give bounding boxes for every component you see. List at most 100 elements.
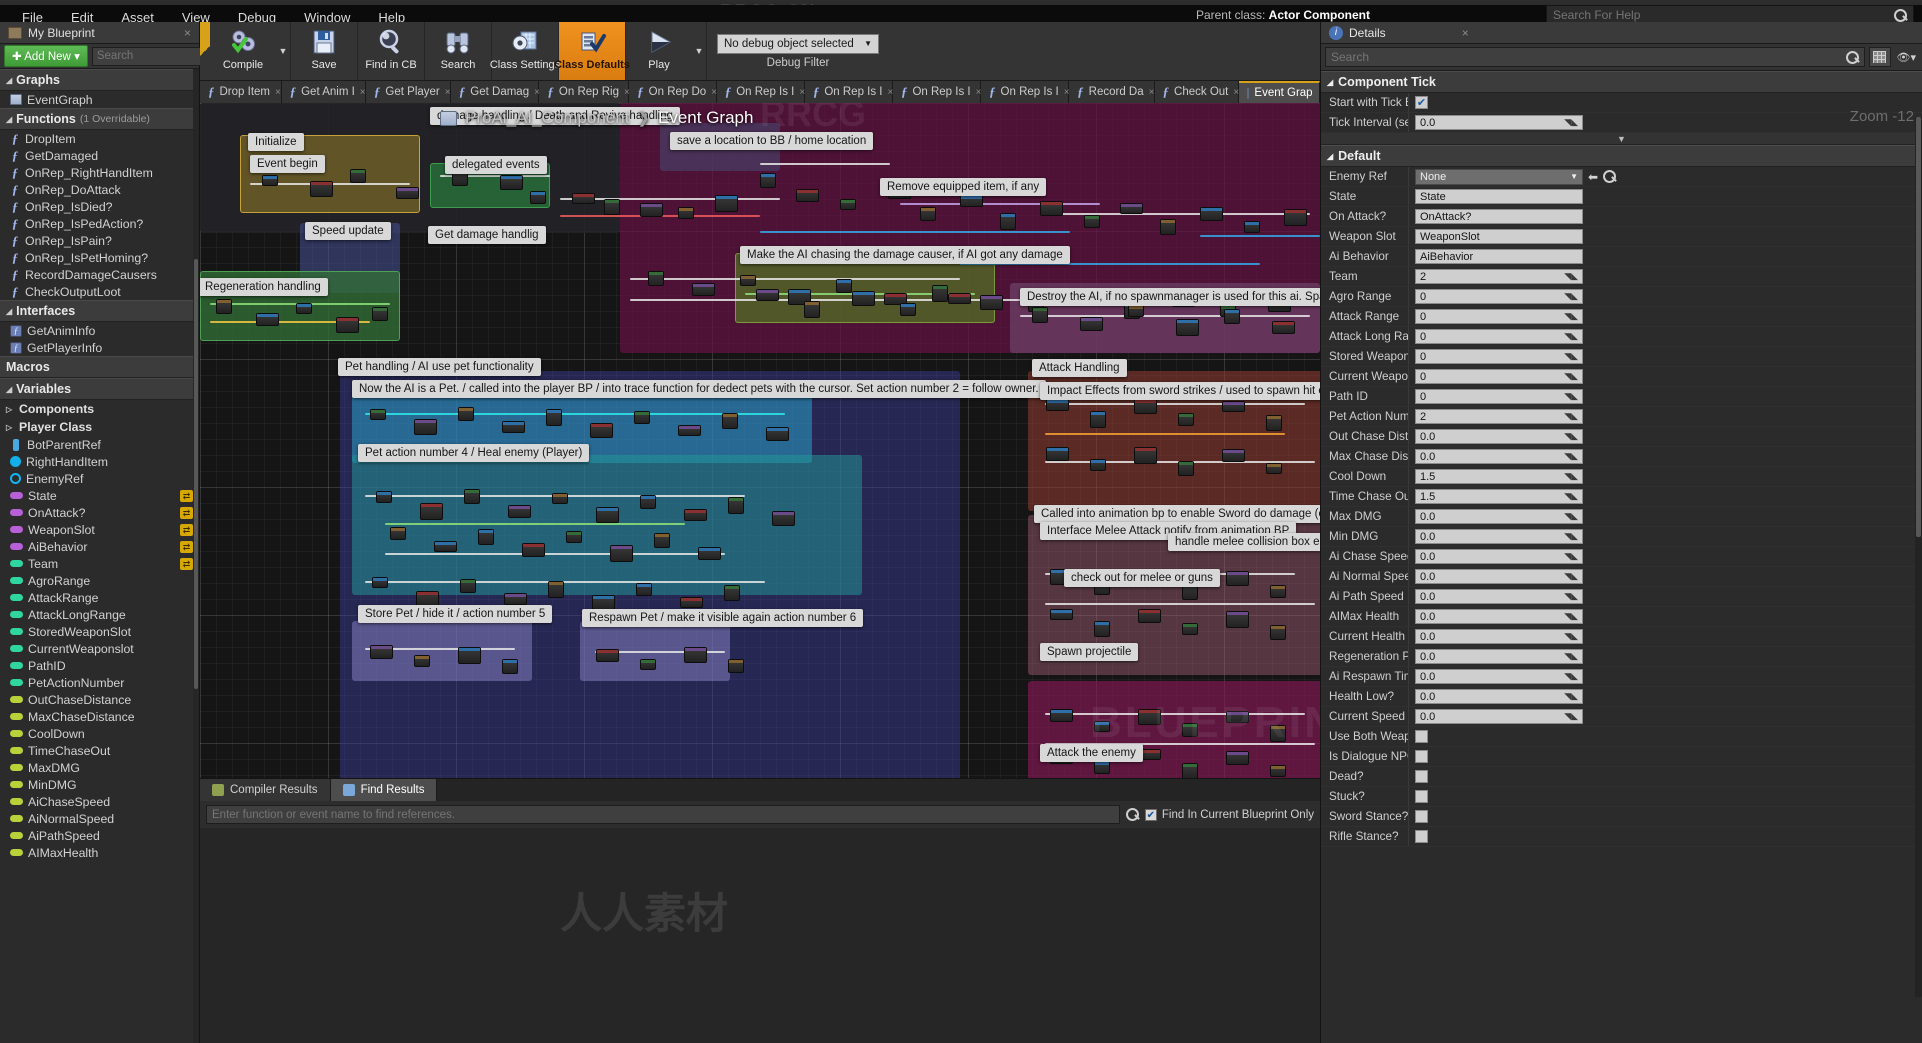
graph-node[interactable]: [836, 279, 852, 293]
tree-item[interactable]: EnemyRef: [0, 470, 199, 487]
graph-node[interactable]: [1050, 609, 1073, 620]
graph-tab-8[interactable]: ƒ On Rep Is I ×: [892, 81, 981, 103]
graph-node[interactable]: [1160, 219, 1176, 235]
help-search-input[interactable]: [1553, 8, 1894, 22]
graph-node[interactable]: [504, 593, 527, 605]
property-field[interactable]: 0.0 ◥◣: [1415, 115, 1583, 130]
graph-node[interactable]: [500, 175, 523, 190]
property-field[interactable]: 0.0 ◥◣: [1415, 549, 1583, 564]
spinner-icon[interactable]: ◥◣: [1564, 271, 1578, 282]
tree-item[interactable]: ƒ OnRep_IsPain?: [0, 232, 199, 249]
tree-item[interactable]: AiNormalSpeed: [0, 810, 199, 827]
comment-label[interactable]: Pet handling / AI use pet functionality: [338, 358, 541, 376]
graph-tab-2[interactable]: ƒ Get Player ×: [365, 81, 451, 103]
use-selected-asset-icon[interactable]: ⬅: [1588, 170, 1598, 184]
graph-node[interactable]: [1224, 309, 1240, 324]
comment-label[interactable]: Event begin: [250, 155, 325, 173]
property-field[interactable]: 0.0 ◥◣: [1415, 509, 1583, 524]
property-checkbox[interactable]: [1415, 730, 1428, 743]
graph-node[interactable]: [1226, 711, 1249, 723]
graph-tab-11[interactable]: ƒ Check Out ×: [1154, 81, 1240, 103]
graph-node[interactable]: [566, 531, 582, 543]
property-field[interactable]: 0.0 ◥◣: [1415, 529, 1583, 544]
graph-node[interactable]: [728, 659, 744, 673]
graph-node[interactable]: [1266, 415, 1282, 431]
chevron-down-icon[interactable]: ◢: [6, 385, 12, 394]
property-field[interactable]: OnAttack?: [1415, 209, 1583, 224]
tree-category-graphs[interactable]: ◢ Graphs: [0, 69, 199, 91]
graph-node[interactable]: [414, 655, 430, 667]
chevron-down-icon[interactable]: ▼: [692, 22, 706, 80]
graph-node[interactable]: [1284, 209, 1307, 226]
graph-node[interactable]: [852, 291, 875, 306]
blueprint-tree[interactable]: ◢ Graphs EventGraph ◢ Functions (1 Overridabl…: [0, 69, 199, 1043]
spinner-icon[interactable]: ◥◣: [1564, 291, 1578, 302]
find-results-list[interactable]: [200, 828, 1320, 1043]
event-graph-canvas[interactable]: damage handling / Death and Revive handl…: [200, 103, 1320, 778]
comment-label[interactable]: Destroy the AI, if no spawnmanager is us…: [1020, 288, 1320, 306]
tree-item[interactable]: ƒ CheckOutputLoot: [0, 283, 199, 300]
spinner-icon[interactable]: ◥◣: [1564, 411, 1578, 422]
graph-node[interactable]: [458, 407, 474, 421]
tree-item[interactable]: ƒ GetPlayerInfo: [0, 339, 199, 356]
graph-node[interactable]: [390, 527, 406, 540]
graph-node[interactable]: [350, 169, 366, 183]
comment-label[interactable]: Pet action number 4 / Heal enemy (Player…: [358, 444, 590, 462]
graph-node[interactable]: [1094, 721, 1110, 732]
graph-tab-0[interactable]: ƒ Drop Item ×: [200, 81, 282, 103]
chevron-down-icon[interactable]: ◢: [6, 307, 12, 316]
tree-item[interactable]: AiPathSpeed: [0, 827, 199, 844]
spinner-icon[interactable]: ◥◣: [1564, 371, 1578, 382]
graph-tab-6[interactable]: ƒ On Rep Is I ×: [716, 81, 805, 103]
graph-node[interactable]: [464, 489, 480, 504]
tree-item[interactable]: MaxDMG: [0, 759, 199, 776]
graph-node[interactable]: [592, 595, 615, 610]
graph-node[interactable]: [478, 529, 494, 545]
close-icon[interactable]: ×: [360, 87, 366, 98]
find-in-blueprint-only-row[interactable]: ✔ Find In Current Blueprint Only: [1144, 808, 1314, 821]
tree-item[interactable]: OutChaseDistance: [0, 691, 199, 708]
graph-node[interactable]: [756, 289, 779, 301]
graph-node[interactable]: [1270, 765, 1286, 777]
graph-node[interactable]: [724, 585, 740, 601]
spinner-icon[interactable]: ◥◣: [1564, 611, 1578, 622]
graph-node[interactable]: [370, 409, 386, 420]
property-checkbox[interactable]: [1415, 750, 1428, 763]
property-field[interactable]: 0 ◥◣: [1415, 289, 1583, 304]
graph-node[interactable]: [1182, 623, 1198, 635]
variable-group-player-class[interactable]: ▷ Player Class: [0, 418, 199, 436]
comment-label[interactable]: Attack the enemy: [1040, 744, 1143, 762]
graph-node[interactable]: [1134, 447, 1157, 464]
comment-label[interactable]: Spawn projectile: [1040, 643, 1139, 661]
graph-node[interactable]: [1090, 411, 1106, 428]
chevron-right-icon[interactable]: ▷: [6, 405, 14, 414]
property-field[interactable]: 0.0 ◥◣: [1415, 429, 1583, 444]
tree-item[interactable]: RightHandItem: [0, 453, 199, 470]
graph-node[interactable]: [296, 303, 312, 314]
tree-item[interactable]: PetActionNumber: [0, 674, 199, 691]
graph-node[interactable]: [336, 317, 359, 333]
graph-node[interactable]: [1138, 609, 1161, 623]
graph-node[interactable]: [654, 533, 670, 548]
graph-node[interactable]: [640, 203, 663, 217]
tree-item[interactable]: ƒ OnRep_IsDied?: [0, 198, 199, 215]
chevron-down-icon[interactable]: ◢: [1327, 78, 1333, 87]
graph-node[interactable]: [728, 497, 744, 514]
comment-label[interactable]: check out for melee or guns: [1064, 569, 1220, 587]
details-section-component-tick[interactable]: ◢ Component Tick: [1321, 71, 1922, 93]
spinner-icon[interactable]: ◥◣: [1564, 531, 1578, 542]
spinner-icon[interactable]: ◥◣: [1564, 651, 1578, 662]
graph-node[interactable]: [698, 547, 721, 560]
tree-item[interactable]: TimeChaseOut: [0, 742, 199, 759]
comment-label[interactable]: delegated events: [445, 156, 547, 174]
search-icon[interactable]: [1125, 808, 1139, 821]
property-field[interactable]: 0 ◥◣: [1415, 349, 1583, 364]
graph-node[interactable]: [216, 299, 232, 314]
graph-node[interactable]: [678, 207, 694, 219]
property-checkbox[interactable]: [1415, 790, 1428, 803]
variable-group-components[interactable]: ▷ Components: [0, 400, 199, 418]
chevron-down-icon[interactable]: ◢: [6, 76, 12, 85]
property-field[interactable]: 0 ◥◣: [1415, 389, 1583, 404]
graph-node[interactable]: [396, 187, 419, 199]
graph-tab-4[interactable]: ƒ On Rep Rig ×: [539, 81, 630, 103]
